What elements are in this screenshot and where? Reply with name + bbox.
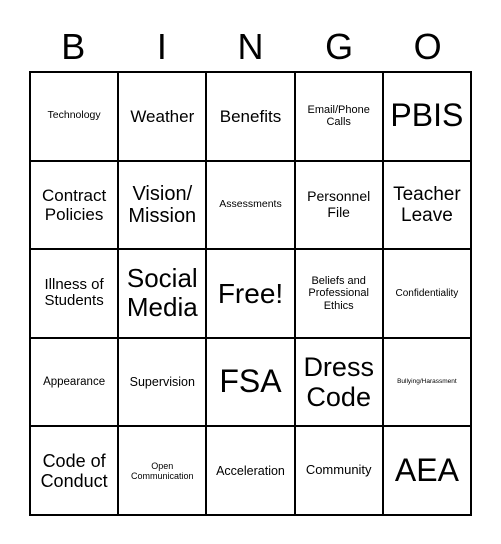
bingo-cell[interactable]: FSA [207, 338, 294, 426]
header-letter-b: B [61, 26, 86, 67]
bingo-cell[interactable]: Assessments [207, 161, 294, 249]
bingo-cell[interactable]: Vision/ Mission [119, 161, 206, 249]
bingo-cell[interactable]: AEA [383, 427, 470, 514]
bingo-cell[interactable]: PBIS [383, 73, 470, 160]
bingo-cell[interactable]: Community [295, 427, 382, 514]
bingo-cell[interactable]: Social Media [119, 250, 206, 337]
bingo-cell[interactable]: Appearance [31, 338, 118, 426]
bingo-cell[interactable]: Supervision [119, 338, 206, 426]
header-letter-g: G [325, 26, 354, 67]
bingo-cell[interactable]: Beliefs and Professional Ethics [295, 250, 382, 337]
bingo-cell[interactable]: Benefits [207, 73, 294, 160]
bingo-cell[interactable]: Email/Phone Calls [295, 73, 382, 160]
bingo-cell[interactable]: Teacher Leave [383, 161, 470, 249]
bingo-cell[interactable]: Personnel File [295, 161, 382, 249]
bingo-cell[interactable]: Confidentiality [383, 250, 470, 337]
bingo-cell[interactable]: Weather [119, 73, 206, 160]
bingo-cell[interactable]: Code of Conduct [31, 427, 118, 514]
header-letter-i: I [156, 26, 167, 67]
bingo-cell[interactable]: Illness of Students [31, 250, 118, 337]
bingo-cell[interactable]: Acceleration [207, 427, 294, 514]
bingo-cell[interactable]: Contract Policies [31, 161, 118, 249]
bingo-cell[interactable]: Bullying/Harassment [383, 338, 470, 426]
bingo-board: Technology Weather Benefits Email/Phone … [29, 71, 472, 516]
header-letter-o: O [413, 26, 442, 67]
bingo-cell[interactable]: Open Communication [119, 427, 206, 514]
bingo-cell[interactable]: Technology [31, 73, 118, 160]
header-letter-n: N [237, 26, 264, 67]
free-space[interactable]: Free! [207, 250, 294, 337]
bingo-cell[interactable]: Dress Code [295, 338, 382, 426]
bingo-header: B I N G O [29, 24, 472, 70]
